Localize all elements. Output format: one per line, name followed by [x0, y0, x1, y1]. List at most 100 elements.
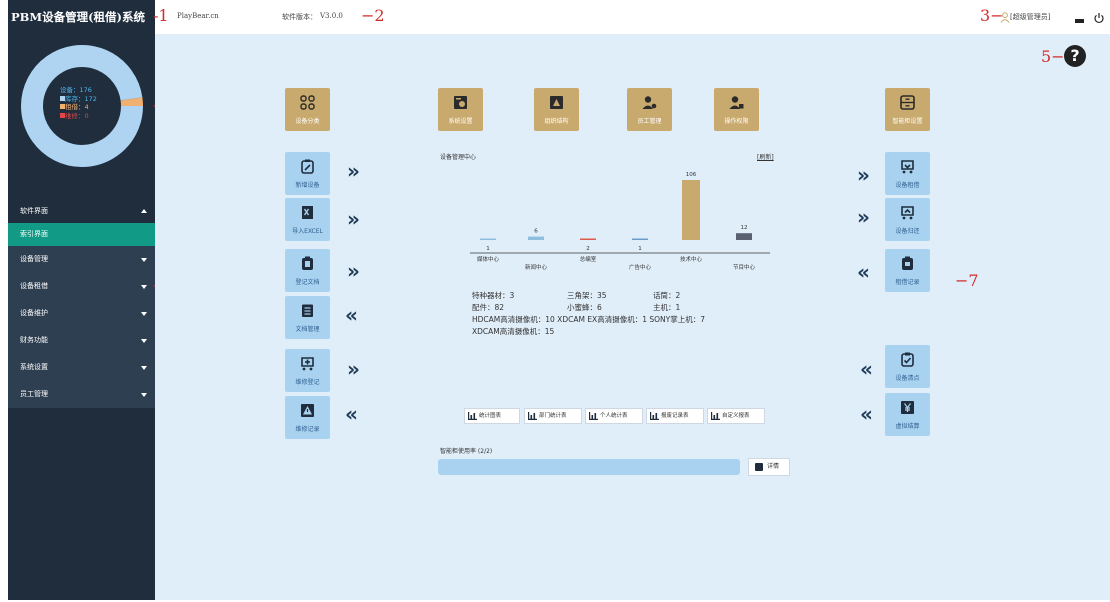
tile-device-return[interactable]: 设备归还	[885, 198, 930, 241]
sidebar-item-index[interactable]: 索引界面	[8, 223, 155, 246]
donut-total-label: 设备：176	[60, 86, 92, 94]
document-register-icon	[302, 256, 313, 270]
sidebar-item-system[interactable]: 系统设置	[8, 354, 155, 381]
document-list-icon	[302, 304, 313, 317]
yen-icon	[901, 401, 914, 414]
tile-staff-manage[interactable]: 员工管理	[627, 88, 672, 131]
sidebar-header-label: 软件界面	[20, 207, 48, 215]
report-button-stats-chart[interactable]: 统计图表	[464, 408, 520, 424]
tile-repair-register[interactable]: 维修登记	[285, 349, 330, 392]
org-chart-icon	[550, 96, 563, 109]
tile-cabinet-settings[interactable]: 智能柜设置	[885, 88, 930, 131]
chart-category-label: 总编室	[580, 255, 597, 263]
rent-cart-icon	[901, 160, 914, 174]
tile-device-rent[interactable]: 设备租借	[885, 152, 930, 195]
tile-doc-manage[interactable]: 文档管理	[285, 296, 330, 339]
sidebar: 设备：176 库存：172 租借：4 维修：0 软件界面 索引界面 设备管理 设…	[8, 34, 155, 600]
stat-item: 特种器材：3	[472, 291, 515, 300]
warning-icon	[301, 404, 314, 417]
chart-bar	[580, 238, 596, 240]
top-bar: PBM设备管理(租借)系统 -1 PlayBear.cn 软件版本： V3.0.…	[0, 0, 1110, 34]
return-cart-icon	[901, 206, 914, 220]
tile-register-doc[interactable]: 登记文档	[285, 249, 330, 292]
bar-chart-icon	[468, 412, 477, 420]
arrow-left-repair: «	[345, 402, 358, 426]
report-button-label: 统计图表	[479, 413, 502, 419]
tile-label: 虚拟结算	[895, 423, 920, 430]
chart-value-label: 6	[534, 229, 538, 235]
sidebar-header-software[interactable]: 软件界面	[8, 199, 155, 223]
report-button-dept[interactable]: 部门统计表	[524, 408, 582, 424]
clipboard-edit-icon	[301, 159, 314, 174]
chart-value-label: 1	[486, 246, 490, 252]
excel-icon	[302, 206, 313, 219]
bar-chart-icon	[528, 412, 537, 420]
stat-row: HDCAM高清摄像机：10 XDCAM EX高清摄像机：1 SONY掌上机：7	[472, 315, 705, 324]
sidebar-item-label: 系统设置	[20, 363, 48, 371]
tile-label: 维修登记	[295, 379, 320, 386]
tile-device-category[interactable]: 设备分类	[285, 88, 330, 131]
tile-label: 组织结构	[544, 118, 569, 125]
help-button[interactable]: ?	[1064, 45, 1086, 67]
detail-button[interactable]: 详情	[748, 458, 790, 476]
list-icon	[755, 463, 763, 471]
arrow-left-inventory: «	[860, 357, 873, 381]
tile-import-excel[interactable]: 导入EXCEL	[285, 198, 330, 241]
tile-org-structure[interactable]: 组织结构	[534, 88, 579, 131]
tile-label: 系统设置	[448, 118, 473, 125]
chart-value-label: 1	[638, 246, 642, 252]
sidebar-item-staff[interactable]: 员工管理	[8, 381, 155, 408]
tile-add-device[interactable]: 新增设备	[285, 152, 330, 195]
tile-rent-record[interactable]: 租借记录	[885, 249, 930, 292]
version-value: V3.0.0	[320, 12, 343, 20]
chart-bar	[682, 180, 700, 240]
chart-category-label: 节目中心	[733, 263, 756, 271]
donut-repair-label: 维修：0	[60, 112, 97, 121]
stats-panel: 特种器材：3 三角架：35 话筒：2 配件：82 小蜜蜂：6 主机：1 HDCA…	[472, 290, 762, 338]
marker-5: 5−	[1041, 47, 1065, 66]
report-button-personal[interactable]: 个人统计表	[585, 408, 643, 424]
tile-label: 设备租借	[895, 182, 920, 189]
tile-label: 维修记录	[295, 426, 320, 433]
cabinet-usage-bar	[438, 459, 740, 475]
chart-category-label: 技术中心	[680, 255, 703, 263]
chart-value-label: 12	[741, 225, 748, 231]
chart-bar	[632, 238, 648, 240]
arrow-left-doc: «	[345, 303, 358, 327]
bar-chart-icon	[711, 412, 720, 420]
marker-7: −7	[955, 271, 979, 290]
arrow-right-return: »	[857, 205, 870, 229]
sidebar-item-label: 财务功能	[20, 336, 48, 344]
donut-legend: 设备：176 库存：172 租借：4 维修：0	[60, 86, 97, 120]
user-name[interactable]: [超级管理员]	[1010, 12, 1050, 22]
sidebar-item-device-maintain[interactable]: 设备维护	[8, 300, 155, 327]
tile-label: 员工管理	[637, 118, 662, 125]
power-icon[interactable]	[1093, 12, 1105, 24]
user-icon	[1000, 12, 1010, 23]
report-button-custom[interactable]: 自定义报表	[707, 408, 765, 424]
bar-chart-icon	[650, 412, 659, 420]
tile-inventory[interactable]: 设备清点	[885, 345, 930, 388]
chevron-down-icon	[141, 312, 147, 316]
tile-permissions[interactable]: 操作权限	[714, 88, 759, 131]
clipboard-check-icon	[901, 352, 914, 367]
arrow-left-rent-record: «	[857, 260, 870, 284]
sidebar-item-device-rent[interactable]: 设备租借	[8, 273, 155, 300]
tile-label: 操作权限	[724, 118, 749, 125]
stat-item: 小蜜蜂：6	[567, 303, 602, 312]
tile-repair-record[interactable]: 维修记录	[285, 396, 330, 439]
repair-cart-icon	[301, 357, 314, 371]
tile-system-settings[interactable]: 系统设置	[438, 88, 483, 131]
sidebar-item-label: 设备维护	[20, 309, 48, 317]
sidebar-item-device-manage[interactable]: 设备管理	[8, 246, 155, 273]
report-button-scrap[interactable]: 报废记录表	[646, 408, 704, 424]
tile-virtual-settle[interactable]: 虚拟结算	[885, 393, 930, 436]
sidebar-item-finance[interactable]: 财务功能	[8, 327, 155, 354]
arrow-right-add: »	[347, 159, 360, 183]
minimize-button[interactable]	[1075, 19, 1084, 23]
tile-label: 租借记录	[895, 279, 920, 286]
chart-value-label: 2	[586, 246, 590, 252]
marker-2: −2	[361, 6, 385, 25]
donut-stock-label: 库存：172	[60, 95, 97, 104]
sidebar-item-label: 设备管理	[20, 255, 48, 263]
